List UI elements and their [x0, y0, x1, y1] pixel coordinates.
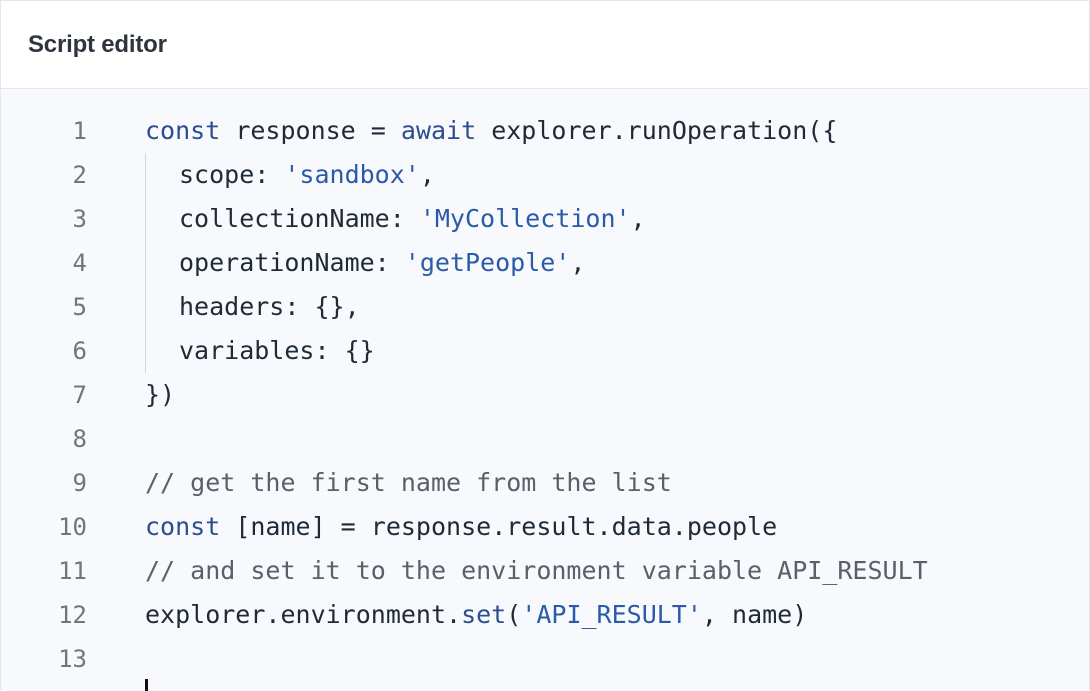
line-content: scope: 'sandbox',: [145, 153, 435, 197]
code-text: (: [506, 600, 522, 629]
code-keyword: set: [461, 600, 507, 629]
line-number: 5: [72, 293, 87, 321]
line-content: }): [145, 373, 175, 417]
line-number: 12: [58, 601, 87, 629]
script-editor-panel: Script editor 1 const response = await ex…: [0, 0, 1090, 691]
code-string: 'API_RESULT': [521, 600, 702, 629]
code-text: [name] = response.result.data.people: [220, 512, 778, 541]
code-line[interactable]: 10 const [name] = response.result.data.pe…: [1, 505, 1089, 549]
panel-header: Script editor: [1, 1, 1089, 89]
code-line[interactable]: 8: [1, 417, 1089, 461]
line-number: 6: [72, 337, 87, 365]
code-line[interactable]: 2 scope: 'sandbox',: [1, 153, 1089, 197]
code-line[interactable]: 12 explorer.environment.set('API_RESULT',…: [1, 593, 1089, 637]
code-text: ,: [630, 204, 646, 233]
code-text: scope:: [179, 160, 285, 189]
code-keyword: const: [145, 116, 221, 145]
code-text: headers: {},: [179, 292, 360, 321]
text-cursor: [145, 679, 148, 691]
line-content: const [name] = response.result.data.peop…: [145, 505, 777, 549]
line-number: 2: [72, 161, 87, 189]
line-number: 8: [72, 425, 87, 453]
code-text: variables: {}: [179, 336, 375, 365]
line-number: 10: [58, 513, 87, 541]
code-line[interactable]: 7}): [1, 373, 1089, 417]
line-content: // get the first name from the list: [145, 461, 672, 505]
code-line[interactable]: 9 // get the first name from the list: [1, 461, 1089, 505]
code-text: operationName:: [179, 248, 405, 277]
line-number: 4: [72, 249, 87, 277]
code-text: collectionName:: [179, 204, 420, 233]
code-line[interactable]: 1 const response = await explorer.runOper…: [1, 109, 1089, 153]
line-content: collectionName: 'MyCollection',: [145, 197, 646, 241]
code-line[interactable]: 13: [1, 637, 1089, 681]
code-text: explorer.runOperation({: [476, 116, 838, 145]
code-line[interactable]: 3 collectionName: 'MyCollection',: [1, 197, 1089, 241]
line-number: 13: [58, 645, 87, 673]
line-content: explorer.environment.set('API_RESULT', n…: [145, 593, 807, 637]
code-line[interactable]: 6 variables: {}: [1, 329, 1089, 373]
line-number: 9: [72, 469, 87, 497]
code-line[interactable]: 5 headers: {},: [1, 285, 1089, 329]
code-text: ,: [419, 160, 435, 189]
code-lines[interactable]: 1 const response = await explorer.runOper…: [1, 109, 1089, 681]
code-text: , name): [701, 600, 808, 629]
line-content: const response = await explorer.runOpera…: [145, 109, 837, 153]
code-line[interactable]: 11 // and set it to the environment varia…: [1, 549, 1089, 593]
line-content: variables: {}: [145, 329, 375, 373]
code-comment: // and set it to the environment variabl…: [145, 556, 928, 585]
code-comment: // get the first name from the list: [145, 468, 672, 497]
code-text: response =: [220, 116, 401, 145]
line-content: headers: {},: [145, 285, 360, 329]
line-number: 3: [72, 205, 87, 233]
code-text: }): [145, 380, 176, 409]
code-text: ,: [570, 248, 586, 277]
panel-title: Script editor: [28, 30, 167, 58]
code-keyword: const: [145, 512, 221, 541]
code-editor[interactable]: 1 const response = await explorer.runOper…: [1, 89, 1089, 691]
code-keyword: await: [400, 116, 477, 145]
line-content: // and set it to the environment variabl…: [145, 549, 928, 593]
line-content: operationName: 'getPeople',: [145, 241, 585, 285]
code-string: 'getPeople': [404, 248, 571, 277]
line-number: 7: [72, 381, 87, 409]
code-text: explorer.environment.: [145, 600, 462, 629]
line-number: 11: [58, 557, 87, 585]
code-string: 'sandbox': [284, 160, 420, 189]
line-number: 1: [72, 117, 87, 145]
code-line[interactable]: 4 operationName: 'getPeople',: [1, 241, 1089, 285]
code-string: 'MyCollection': [419, 204, 631, 233]
